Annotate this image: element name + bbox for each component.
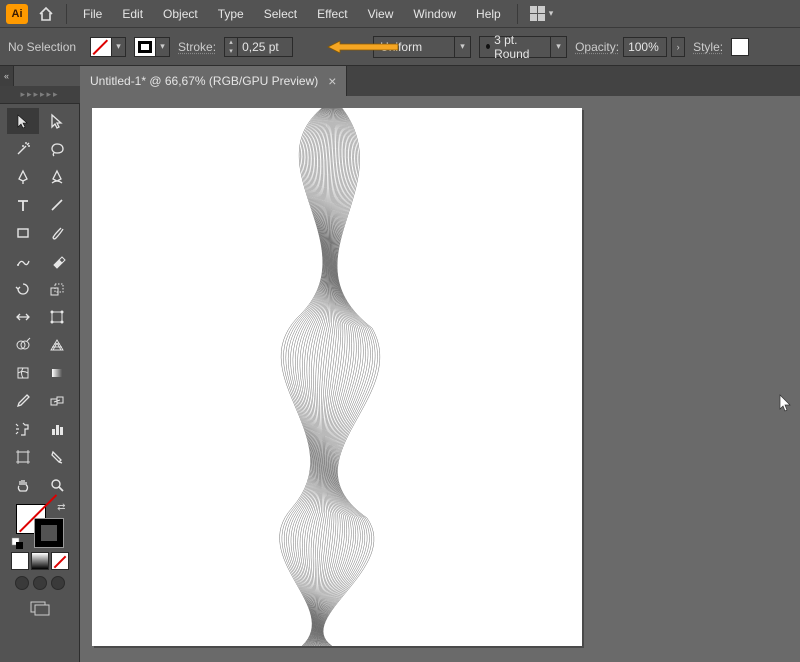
rotate-tool[interactable] — [7, 276, 39, 302]
profile-value: Uniform — [374, 40, 454, 54]
selection-status: No Selection — [8, 40, 76, 54]
width-tool[interactable] — [7, 304, 39, 330]
scale-tool[interactable] — [41, 276, 73, 302]
symbol-sprayer-tool[interactable] — [7, 416, 39, 442]
opacity-label[interactable]: Opacity: — [575, 40, 619, 54]
stroke-weight-value[interactable]: 0,25 pt — [238, 37, 293, 57]
home-icon[interactable] — [32, 0, 60, 28]
spinner-down-icon[interactable]: ▾ — [225, 47, 237, 56]
column-graph-tool[interactable] — [41, 416, 73, 442]
variable-width-profile[interactable]: Uniform ▾ — [373, 36, 471, 58]
canvas[interactable] — [80, 96, 800, 662]
fill-none-mode[interactable] — [51, 552, 69, 570]
tools-panel: ⇄ — [0, 104, 80, 662]
opacity-popup-arrow[interactable]: › — [671, 37, 685, 57]
graphic-style-swatch[interactable] — [731, 38, 749, 56]
brush-value: 3 pt. Round — [494, 33, 544, 61]
mesh-tool[interactable] — [7, 360, 39, 386]
menu-object[interactable]: Object — [153, 0, 208, 28]
fill-color-mode[interactable] — [11, 552, 29, 570]
artboard — [92, 108, 582, 646]
swap-fill-stroke-icon[interactable]: ⇄ — [57, 502, 65, 513]
shaper-tool[interactable] — [7, 248, 39, 274]
lasso-tool[interactable] — [41, 136, 73, 162]
slice-tool[interactable] — [41, 444, 73, 470]
menu-window[interactable]: Window — [403, 0, 466, 28]
panel-collapse-toggle[interactable]: « — [0, 66, 14, 86]
document-tab-title: Untitled-1* @ 66,67% (RGB/GPU Preview) — [90, 74, 318, 88]
artwork-blend — [92, 108, 582, 646]
selection-tool[interactable] — [7, 108, 39, 134]
magic-wand-tool[interactable] — [7, 136, 39, 162]
document-tab[interactable]: Untitled-1* @ 66,67% (RGB/GPU Preview) × — [80, 66, 347, 96]
free-transform-tool[interactable] — [41, 304, 73, 330]
spinner-up-icon[interactable]: ▴ — [225, 38, 237, 47]
artboard-tool[interactable] — [7, 444, 39, 470]
workspace-switcher[interactable]: ▾ — [530, 6, 554, 21]
direct-selection-tool[interactable] — [41, 108, 73, 134]
menu-effect[interactable]: Effect — [307, 0, 357, 28]
menu-file[interactable]: File — [73, 0, 112, 28]
round-brush-icon — [486, 44, 490, 49]
fill-swatch[interactable]: ▾ — [90, 37, 126, 57]
fill-gradient-mode[interactable] — [31, 552, 49, 570]
menu-type[interactable]: Type — [208, 0, 254, 28]
stroke-swatch-icon — [134, 37, 156, 57]
curvature-tool[interactable] — [41, 164, 73, 190]
style-label: Style: — [693, 40, 723, 54]
brush-definition[interactable]: 3 pt. Round ▾ — [479, 36, 567, 58]
stroke-spinner[interactable]: ▴▾ — [224, 37, 238, 57]
menu-edit[interactable]: Edit — [112, 0, 153, 28]
fill-stroke-proxy[interactable]: ⇄ — [16, 504, 64, 548]
gradient-tool[interactable] — [41, 360, 73, 386]
chevron-down-icon[interactable]: ▾ — [156, 37, 170, 57]
eyedropper-tool[interactable] — [7, 388, 39, 414]
menu-view[interactable]: View — [358, 0, 404, 28]
menu-select[interactable]: Select — [254, 0, 307, 28]
default-fill-stroke-icon[interactable] — [12, 538, 24, 550]
eraser-tool[interactable] — [41, 248, 73, 274]
stroke-swatch[interactable]: ▾ — [134, 37, 170, 57]
opacity-input[interactable]: 100% — [623, 37, 667, 57]
document-tabbar: Untitled-1* @ 66,67% (RGB/GPU Preview) × — [80, 66, 800, 96]
hand-tool[interactable] — [7, 472, 39, 498]
screen-mode-toggle[interactable] — [29, 600, 51, 616]
chevron-down-icon[interactable]: ▾ — [454, 37, 470, 57]
chevron-down-icon[interactable]: ▾ — [550, 37, 566, 57]
app-logo: Ai — [6, 4, 28, 24]
cursor-icon — [778, 394, 792, 415]
line-segment-tool[interactable] — [41, 192, 73, 218]
tools-panel-header[interactable]: ▸▸▸▸▸▸ — [0, 86, 80, 104]
blend-tool[interactable] — [41, 388, 73, 414]
paintbrush-tool[interactable] — [41, 220, 73, 246]
perspective-grid-tool[interactable] — [41, 332, 73, 358]
rectangle-tool[interactable] — [7, 220, 39, 246]
chevron-down-icon[interactable]: ▾ — [112, 37, 126, 57]
stroke-label[interactable]: Stroke: — [178, 40, 216, 54]
drawing-mode-inside[interactable] — [51, 576, 65, 590]
close-tab-icon[interactable]: × — [328, 73, 336, 89]
type-tool[interactable] — [7, 192, 39, 218]
none-fill-icon — [90, 37, 112, 57]
drawing-mode-behind[interactable] — [33, 576, 47, 590]
pen-tool[interactable] — [7, 164, 39, 190]
stroke-weight-input[interactable]: ▴▾ 0,25 pt — [224, 37, 293, 57]
shape-builder-tool[interactable] — [7, 332, 39, 358]
menu-help[interactable]: Help — [466, 0, 511, 28]
stroke-proxy[interactable] — [34, 518, 64, 548]
drawing-mode-normal[interactable] — [15, 576, 29, 590]
